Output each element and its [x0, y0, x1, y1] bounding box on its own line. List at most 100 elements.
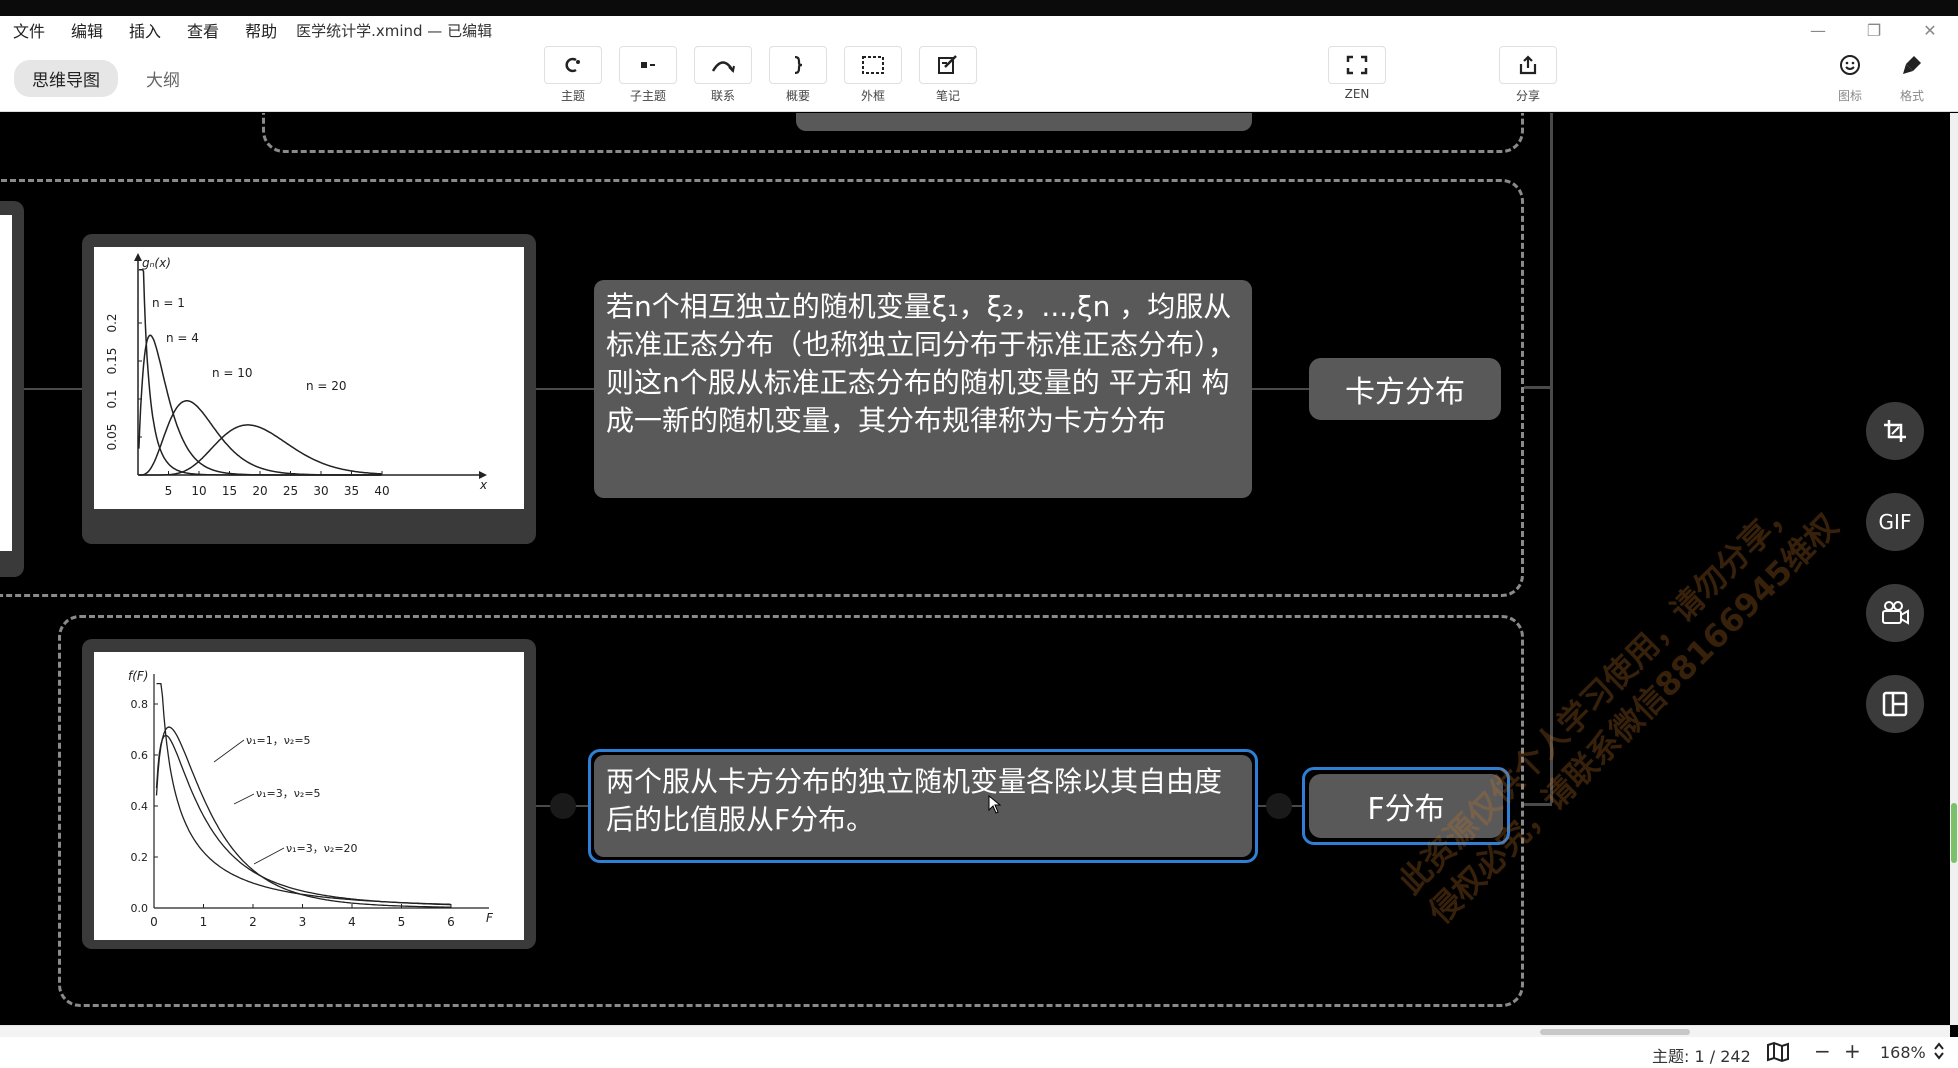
topic-tool[interactable]: 主题 [543, 46, 603, 104]
menu-insert[interactable]: 插入 [116, 18, 174, 42]
note-tool[interactable]: 笔记 [918, 46, 978, 104]
y-axis-label: gₙ(x) [142, 256, 171, 270]
book-map-icon [1767, 1041, 1789, 1063]
summary-tool-label: 概要 [785, 89, 810, 103]
map-outline-button[interactable] [1766, 1041, 1790, 1067]
fullscreen-icon [1346, 55, 1368, 75]
leader-line-2 [233, 793, 255, 805]
close-button[interactable]: ✕ [1902, 21, 1958, 40]
chi-square-description-text: 若n个相互独立的随机变量ξ₁，ξ₂，...,ξn ，均服从标准正态分布（也称独立… [606, 290, 1237, 437]
f-density-chart: f(F) F 0 1 2 3 4 5 6 0.0 0.2 0.4 0.6 0.8 ν₁=1，ν₂=5… [128, 669, 494, 929]
crop-button[interactable] [1866, 402, 1924, 460]
share-icon [1519, 55, 1537, 75]
y-tick-label: 0.0 [131, 902, 149, 915]
window-controls: — ❐ ✕ [1790, 16, 1958, 44]
toolbar: 思维导图 大纲 主题 子主题 联系 概要 外框 笔记 ZEN 分享 图标 格式 [0, 44, 1958, 112]
mindmap-canvas[interactable]: gₙ(x) x 5 10 15 20 25 30 35 40 0.05 0.1 0.15 0.2 n… [0, 113, 1950, 1025]
video-record-button[interactable] [1866, 584, 1924, 642]
boundary-tool[interactable]: 外框 [843, 46, 903, 104]
y-tick-labels: 0.05 0.1 0.15 0.2 [105, 313, 142, 450]
icons-panel-label: 图标 [1837, 89, 1862, 103]
topic-icon [565, 57, 580, 73]
video-camera-icon [1882, 601, 1909, 625]
x-tick-label: 40 [374, 484, 389, 498]
x-tick-label: 5 [165, 484, 173, 498]
vertical-scroll-thumb[interactable] [1951, 803, 1957, 863]
x-tick-label: 0 [150, 915, 158, 929]
zoom-in-button[interactable]: + [1844, 1039, 1861, 1063]
zoom-out-button[interactable]: − [1814, 1039, 1831, 1063]
layout-button[interactable] [1866, 675, 1924, 733]
x-axis-label: x [479, 478, 488, 492]
chi-square-topic-node[interactable]: 卡方分布 [1309, 358, 1501, 420]
chi-square-topic-label: 卡方分布 [1345, 375, 1465, 410]
note-tool-label: 笔记 [935, 89, 960, 103]
status-bar: 主题: 1 / 242 − + 168% [0, 1037, 1958, 1068]
subtopic-icon [641, 62, 655, 68]
minimize-button[interactable]: — [1790, 21, 1846, 40]
y-tick-label: 0.4 [131, 800, 149, 813]
horizontal-scroll-thumb[interactable] [1540, 1029, 1690, 1035]
icons-panel-tool[interactable]: 图标 [1820, 46, 1880, 104]
share-tool[interactable]: 分享 [1498, 46, 1558, 104]
collapse-handle-right[interactable] [1266, 793, 1292, 819]
tab-outline[interactable]: 大纲 [128, 60, 198, 97]
mouse-cursor-icon [988, 795, 1002, 814]
chi-square-image-card[interactable]: gₙ(x) x 5 10 15 20 25 30 35 40 0.05 0.1 0.15 0.2 n… [82, 234, 536, 544]
x-tick-label: 25 [283, 484, 298, 498]
menu-file[interactable]: 文件 [0, 18, 58, 42]
f-description-node[interactable]: 两个服从卡方分布的独立随机变量各除以其自由度后的比值服从F分布。 [594, 755, 1252, 857]
top-strip [0, 0, 1958, 16]
partial-left-card [0, 201, 24, 577]
connector-h1 [1524, 386, 1552, 389]
topic-count: 主题: 1 / 242 [1652, 1047, 1751, 1066]
gif-label: GIF [1878, 510, 1912, 534]
chi-square-density-chart: gₙ(x) x 5 10 15 20 25 30 35 40 0.05 0.1 0.15 0.2 n… [105, 253, 488, 498]
y-tick-label: 0.15 [105, 348, 119, 375]
relationship-tool-label: 联系 [710, 89, 735, 103]
leader-line-1 [213, 739, 245, 763]
x-tick-label: 30 [313, 484, 328, 498]
zoom-level[interactable]: 168% [1880, 1043, 1926, 1062]
layout-icon [1882, 691, 1908, 717]
x-tick-label: 6 [447, 915, 455, 929]
y-tick-label: 0.05 [105, 424, 119, 451]
menu-bar: 文件 编辑 插入 查看 帮助 医学统计学.xmind — 已编辑 — ❐ ✕ [0, 16, 1958, 44]
zoom-stepper[interactable] [1932, 1040, 1946, 1066]
x-tick-label: 1 [200, 915, 208, 929]
topic-top-partial [796, 113, 1252, 131]
xmind-window: 文件 编辑 插入 查看 帮助 医学统计学.xmind — 已编辑 — ❐ ✕ 思… [0, 0, 1958, 1068]
collapse-handle-left[interactable] [550, 793, 576, 819]
f-distribution-image-card[interactable]: f(F) F 0 1 2 3 4 5 6 0.0 0.2 0.4 0.6 0.8 ν₁=1，ν₂=5… [82, 639, 536, 949]
connector-vertical [1550, 113, 1553, 803]
zen-tool[interactable]: ZEN [1327, 46, 1387, 101]
series-label-n20: n = 20 [306, 379, 347, 393]
format-panel-label: 格式 [1899, 89, 1924, 103]
boundary-icon [862, 56, 884, 74]
subtopic-tool[interactable]: 子主题 [618, 46, 678, 104]
series-label-1-5: ν₁=1，ν₂=5 [246, 734, 311, 747]
relationship-tool[interactable]: 联系 [693, 46, 753, 104]
series-label-n1: n = 1 [152, 296, 185, 310]
summary-tool[interactable]: 概要 [768, 46, 828, 104]
tab-mindmap[interactable]: 思维导图 [14, 60, 118, 97]
document-title: 医学统计学.xmind — 已编辑 [296, 21, 493, 40]
x-tick-label: 4 [348, 915, 356, 929]
y-tick-label: 0.2 [131, 851, 149, 864]
horizontal-scrollbar[interactable] [0, 1025, 1950, 1037]
vertical-scrollbar[interactable] [1950, 113, 1958, 1025]
menu-edit[interactable]: 编辑 [58, 18, 116, 42]
f-curve-3-20 [155, 726, 451, 908]
note-icon [938, 55, 957, 74]
restore-button[interactable]: ❐ [1846, 21, 1902, 40]
menu-view[interactable]: 查看 [174, 18, 232, 42]
y-tick-label: 0.8 [131, 698, 149, 711]
f-description-text: 两个服从卡方分布的独立随机变量各除以其自由度后的比值服从F分布。 [606, 765, 1223, 836]
format-panel-tool[interactable]: 格式 [1882, 46, 1942, 104]
connector-row1-b [536, 388, 594, 390]
connector-row1-a [24, 388, 82, 390]
menu-help[interactable]: 帮助 [232, 18, 290, 42]
series-label-n4: n = 4 [166, 331, 199, 345]
chi-square-description-node[interactable]: 若n个相互独立的随机变量ξ₁，ξ₂，...,ξn ，均服从标准正态分布（也称独立… [594, 280, 1252, 498]
zen-tool-label: ZEN [1344, 87, 1370, 101]
